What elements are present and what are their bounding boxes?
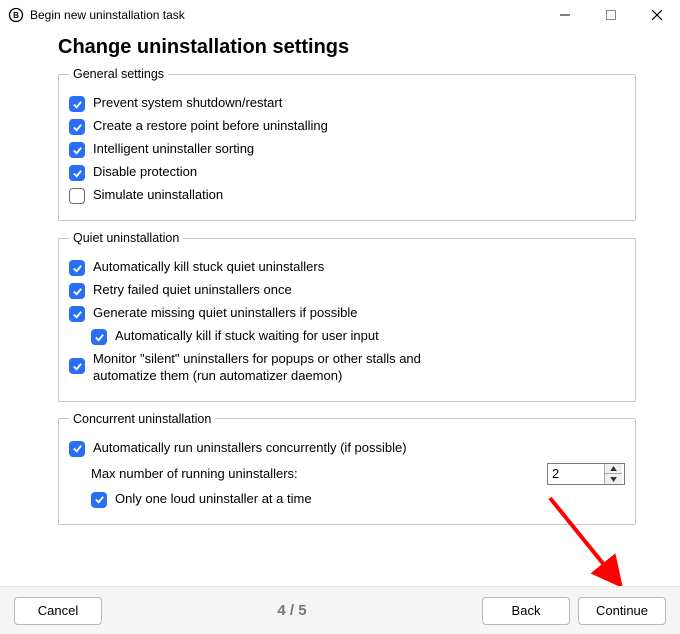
checkbox-retry[interactable] xyxy=(69,283,85,299)
close-button[interactable] xyxy=(634,0,680,30)
page-indicator: 4 / 5 xyxy=(102,602,482,619)
label: Intelligent uninstaller sorting xyxy=(93,141,254,158)
window-controls xyxy=(542,0,680,30)
option-row: Disable protection xyxy=(69,164,625,181)
checkbox-simulate[interactable] xyxy=(69,188,85,204)
svg-text:B: B xyxy=(13,11,19,20)
option-row: Retry failed quiet uninstallers once xyxy=(69,282,625,299)
option-row: Intelligent uninstaller sorting xyxy=(69,141,625,158)
footer-bar: Cancel 4 / 5 Back Continue xyxy=(0,586,680,634)
back-button[interactable]: Back xyxy=(482,597,570,625)
window-title: Begin new uninstallation task xyxy=(30,8,185,22)
group-general: General settings Prevent system shutdown… xyxy=(58,67,636,221)
titlebar: B Begin new uninstallation task xyxy=(0,0,680,30)
label: Prevent system shutdown/restart xyxy=(93,95,282,112)
max-label: Max number of running uninstallers: xyxy=(91,466,298,481)
checkbox-one-loud[interactable] xyxy=(91,492,107,508)
spin-up-button[interactable] xyxy=(605,464,622,475)
maximize-button[interactable] xyxy=(588,0,634,30)
checkbox-auto-concurrent[interactable] xyxy=(69,441,85,457)
max-uninstallers-input[interactable] xyxy=(548,464,604,484)
option-row: Automatically kill if stuck waiting for … xyxy=(91,328,625,345)
label: Generate missing quiet uninstallers if p… xyxy=(93,305,357,322)
option-row: Prevent system shutdown/restart xyxy=(69,95,625,112)
option-row: Only one loud uninstaller at a time xyxy=(91,491,625,508)
content-area: Change uninstallation settings General s… xyxy=(0,30,680,525)
label: Retry failed quiet uninstallers once xyxy=(93,282,292,299)
max-uninstallers-row: Max number of running uninstallers: xyxy=(91,463,625,485)
option-row: Automatically kill stuck quiet uninstall… xyxy=(69,259,625,276)
checkbox-disable-protection[interactable] xyxy=(69,165,85,181)
option-row: Generate missing quiet uninstallers if p… xyxy=(69,305,625,322)
checkbox-restore-point[interactable] xyxy=(69,119,85,135)
max-uninstallers-spinbox[interactable] xyxy=(547,463,625,485)
label: Automatically kill stuck quiet uninstall… xyxy=(93,259,324,276)
option-row: Monitor "silent" uninstallers for popups… xyxy=(69,351,625,385)
label: Disable protection xyxy=(93,164,197,181)
group-concurrent-legend: Concurrent uninstallation xyxy=(69,412,215,426)
option-row: Create a restore point before uninstalli… xyxy=(69,118,625,135)
checkbox-auto-kill-waiting[interactable] xyxy=(91,329,107,345)
checkbox-monitor-silent[interactable] xyxy=(69,358,85,374)
label: Automatically kill if stuck waiting for … xyxy=(115,328,379,345)
group-concurrent: Concurrent uninstallation Automatically … xyxy=(58,412,636,525)
option-row: Automatically run uninstallers concurren… xyxy=(69,440,625,457)
app-icon: B xyxy=(8,7,24,23)
checkbox-prevent-shutdown[interactable] xyxy=(69,96,85,112)
group-quiet: Quiet uninstallation Automatically kill … xyxy=(58,231,636,402)
label: Simulate uninstallation xyxy=(93,187,223,204)
cancel-button[interactable]: Cancel xyxy=(14,597,102,625)
checkbox-intelligent-sort[interactable] xyxy=(69,142,85,158)
group-general-legend: General settings xyxy=(69,67,168,81)
page-heading: Change uninstallation settings xyxy=(58,36,636,59)
label: Automatically run uninstallers concurren… xyxy=(93,440,407,457)
option-row: Simulate uninstallation xyxy=(69,187,625,204)
group-quiet-legend: Quiet uninstallation xyxy=(69,231,183,245)
label: Create a restore point before uninstalli… xyxy=(93,118,328,135)
minimize-button[interactable] xyxy=(542,0,588,30)
checkbox-generate-missing[interactable] xyxy=(69,306,85,322)
checkbox-auto-kill[interactable] xyxy=(69,260,85,276)
label: Only one loud uninstaller at a time xyxy=(115,491,312,508)
spin-down-button[interactable] xyxy=(605,474,622,484)
label: Monitor "silent" uninstallers for popups… xyxy=(93,351,433,385)
continue-button[interactable]: Continue xyxy=(578,597,666,625)
